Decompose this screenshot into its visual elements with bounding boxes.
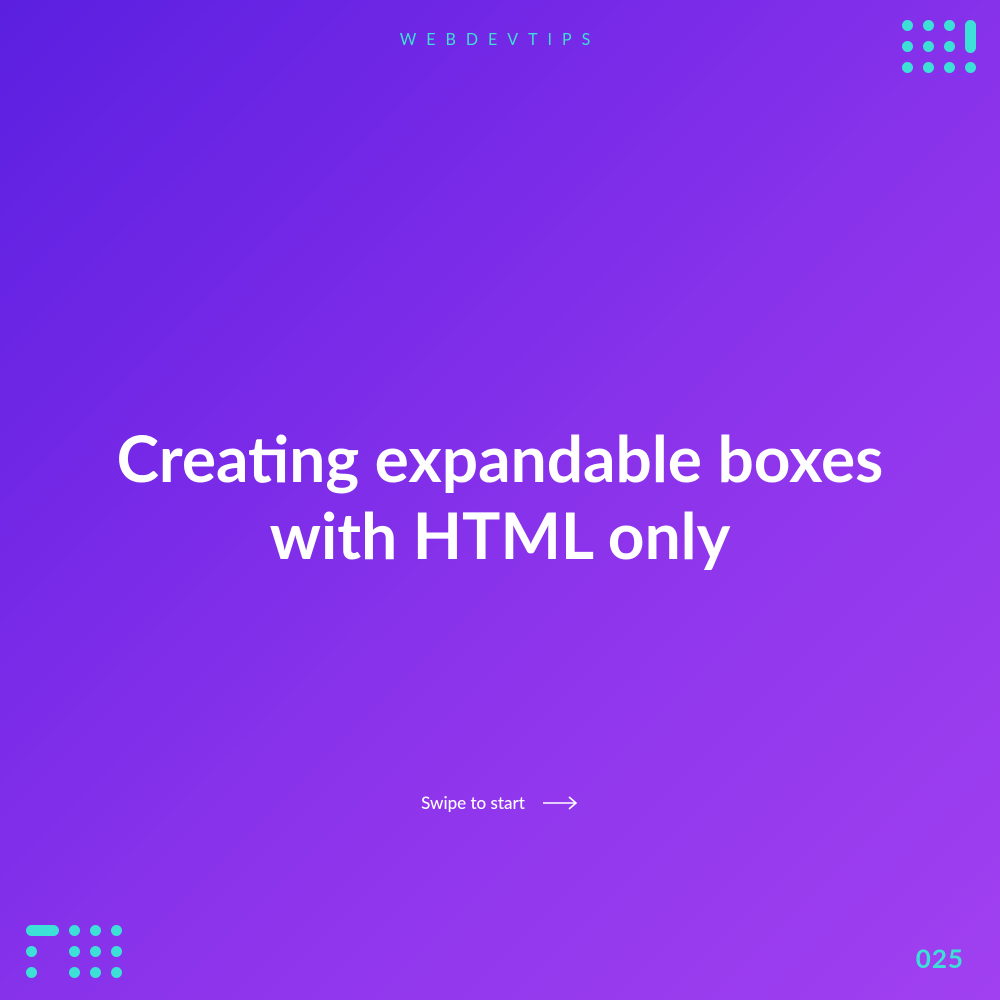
brand-label: WEBDEVTIPS <box>0 30 1000 49</box>
page-number: 025 <box>916 942 964 974</box>
arrow-right-icon <box>543 796 579 810</box>
page-title: Creating expandable boxes with HTML only <box>0 420 1000 574</box>
decorative-dots-top-right <box>902 20 976 95</box>
decorative-dots-bottom-left <box>26 925 122 978</box>
swipe-cta-label: Swipe to start <box>421 792 525 813</box>
swipe-cta[interactable]: Swipe to start <box>0 792 1000 813</box>
